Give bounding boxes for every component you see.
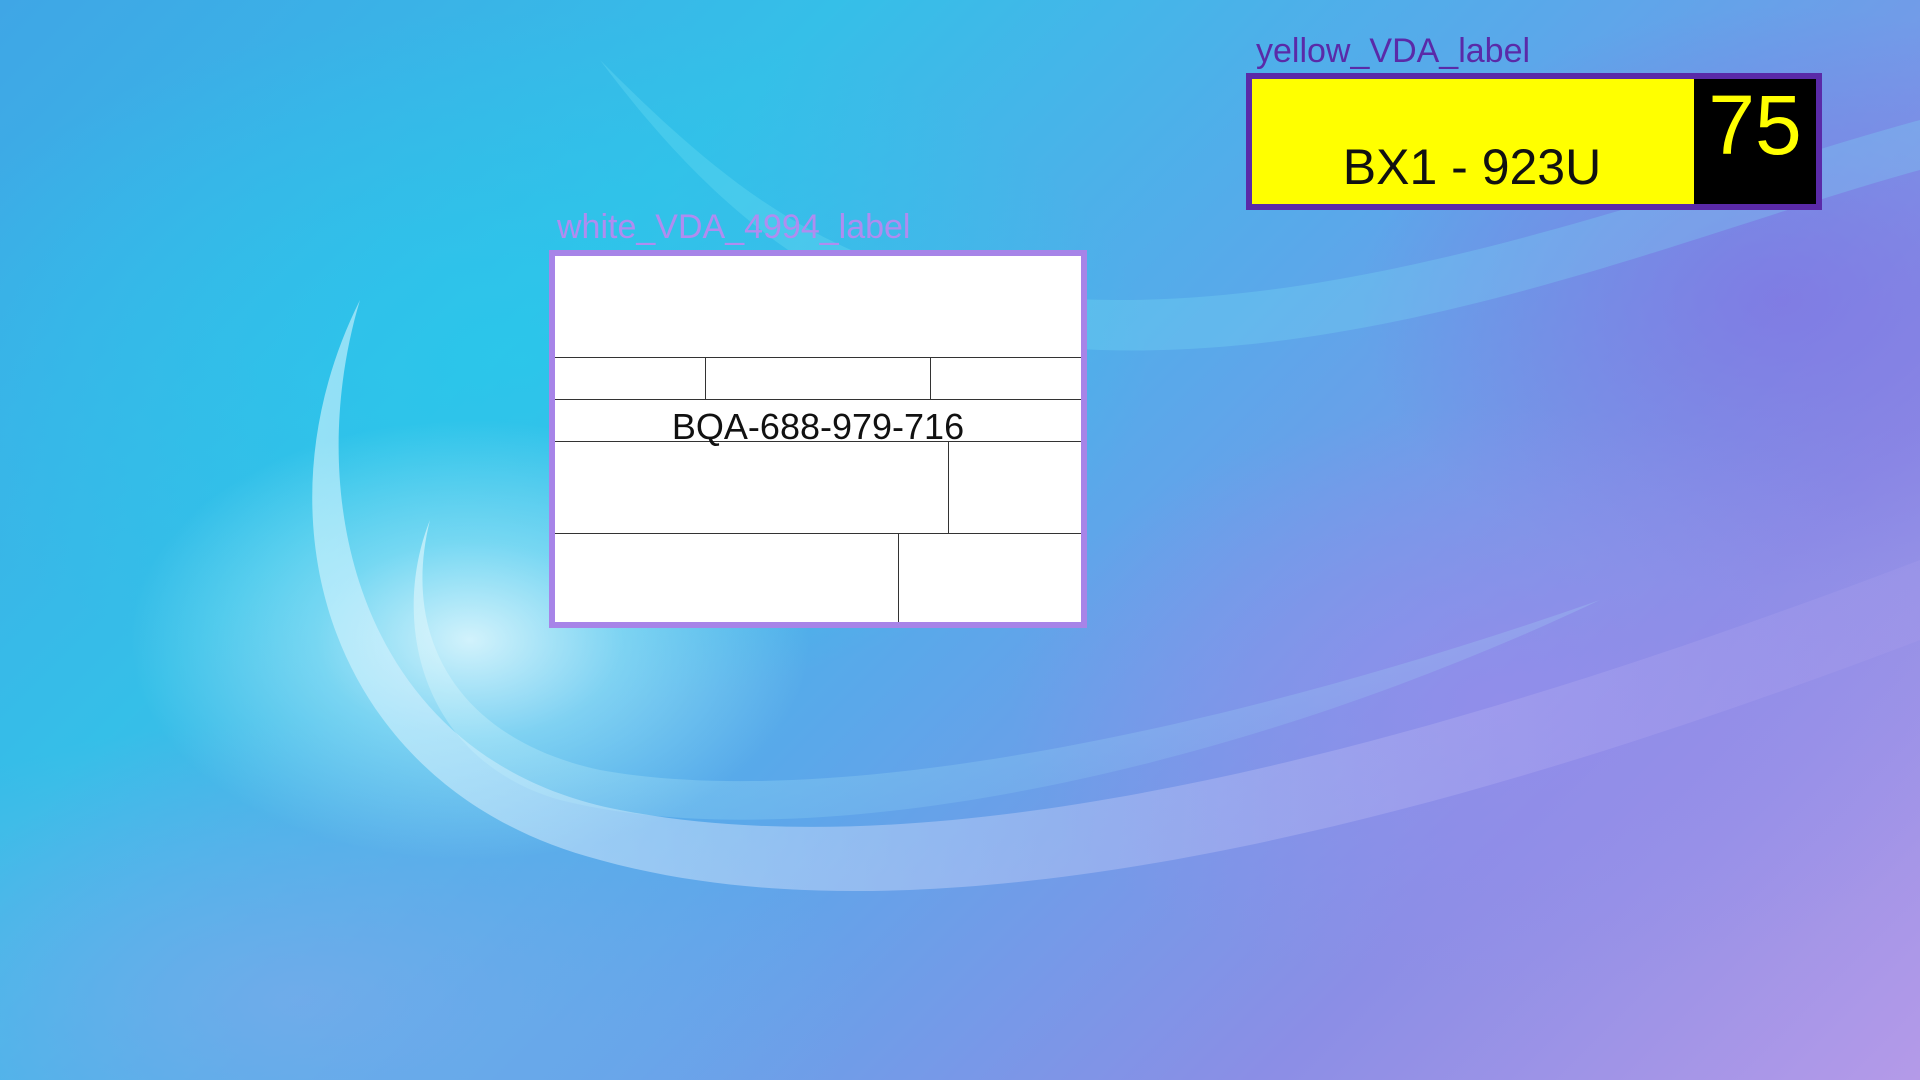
white-label-code: BQA-688-979-716 [671,406,965,447]
row-divider [555,533,1081,534]
row-divider [555,357,1081,358]
yellow-vda-label[interactable]: BX1 - 923U 75 [1246,73,1822,210]
yellow-label-code: BX1 - 923U [1342,139,1602,195]
cell-divider [948,441,949,533]
cell-divider [898,533,899,622]
white-vda-label[interactable]: BQA-688-979-716 [549,250,1087,628]
cell-divider [930,357,931,399]
yellow-label-number-box: 75 [1694,79,1816,204]
yellow-label-number: 75 [1708,78,1802,172]
row-divider [555,399,1081,400]
cell-divider [705,357,706,399]
white-label-caption: white_VDA_4994_label [557,208,911,246]
yellow-label-caption: yellow_VDA_label [1256,32,1531,70]
